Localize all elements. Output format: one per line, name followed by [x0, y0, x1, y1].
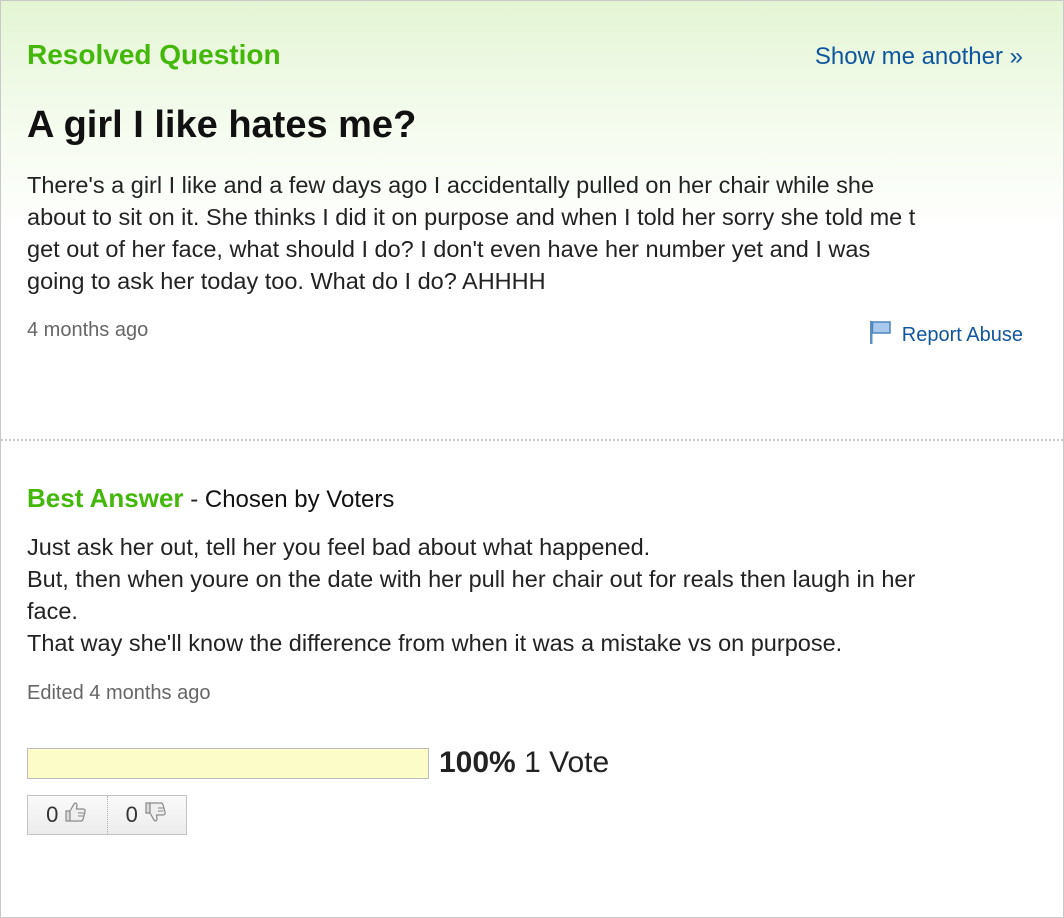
vote-summary: 100% 1 Vote [439, 746, 609, 780]
best-answer-heading: Best Answer - Chosen by Voters [27, 483, 394, 514]
vote-count: 1 Vote [524, 746, 610, 779]
thumbs-up-icon [64, 801, 88, 829]
question-line: about to sit on it. She thinks I did it … [27, 204, 916, 230]
answer-body: Just ask her out, tell her you feel bad … [27, 531, 1037, 659]
thumbs-down-button[interactable]: 0 [106, 796, 187, 834]
thumbs-up-button[interactable]: 0 [28, 796, 107, 834]
thumbs-down-count: 0 [125, 802, 138, 827]
answer-line: face. [27, 598, 78, 624]
answer-line: That way she'll know the difference from… [27, 630, 843, 656]
report-abuse-link[interactable]: Report Abuse [868, 319, 1023, 351]
question-title: A girl I like hates me? [27, 104, 417, 146]
question-line: going to ask her today too. What do I do… [27, 268, 546, 294]
thumbs-up-count: 0 [46, 802, 59, 827]
answer-rating-buttons: 0 0 [27, 795, 187, 835]
vote-percent: 100% [439, 746, 516, 779]
answer-line: But, then when youre on the date with he… [27, 566, 916, 592]
best-answer-label: Best Answer [27, 483, 184, 513]
resolved-question-label: Resolved Question [27, 39, 281, 70]
question-page: Resolved Question Show me another » A gi… [0, 0, 1064, 918]
show-another-link[interactable]: Show me another » [815, 43, 1023, 71]
question-section: Resolved Question Show me another » A gi… [1, 1, 1063, 439]
question-line: There's a girl I like and a few days ago… [27, 172, 875, 198]
thumbs-down-icon [144, 801, 168, 829]
vote-bar-fill [28, 749, 428, 778]
answer-line: Just ask her out, tell her you feel bad … [27, 534, 651, 560]
section-divider [1, 439, 1063, 441]
report-abuse-label: Report Abuse [901, 323, 1023, 346]
chosen-by-label: Chosen by Voters [204, 486, 395, 513]
answer-edited-timestamp: Edited 4 months ago [27, 682, 211, 704]
vote-percentage-bar [27, 748, 429, 779]
question-line: get out of her face, what should I do? I… [27, 236, 871, 262]
question-timestamp: 4 months ago [27, 319, 149, 341]
question-body: There's a girl I like and a few days ago… [27, 169, 1027, 297]
heading-separator: - [183, 486, 205, 513]
flag-icon [868, 319, 894, 351]
